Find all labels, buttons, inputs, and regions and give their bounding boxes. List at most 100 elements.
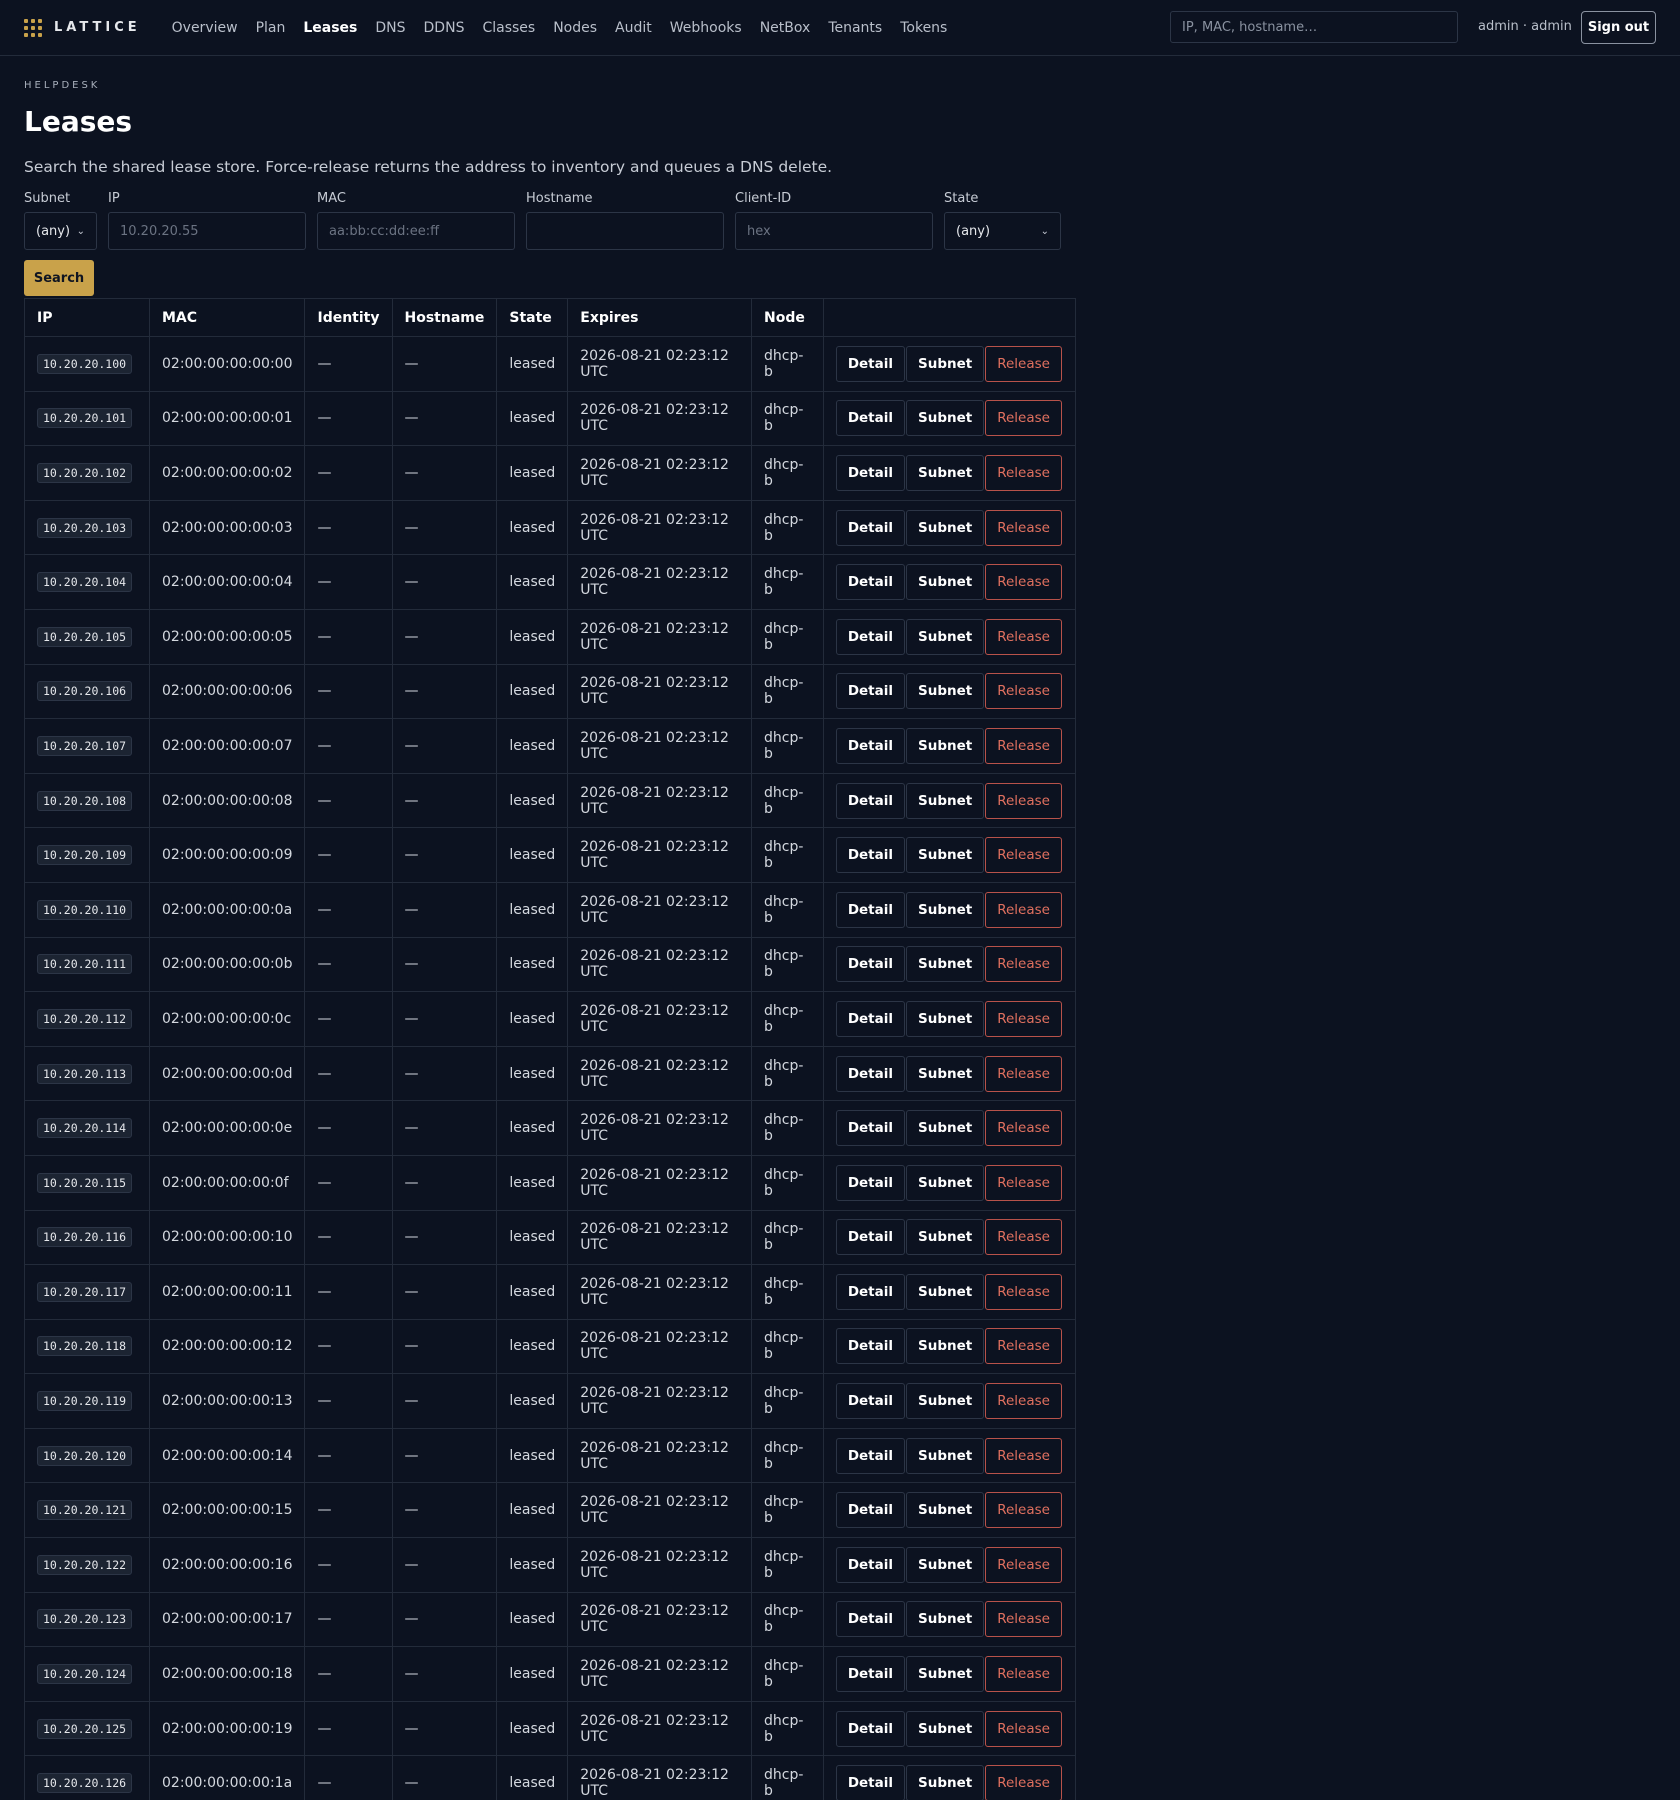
detail-button[interactable]: Detail (835, 1383, 905, 1420)
detail-button[interactable]: Detail (835, 618, 905, 655)
detail-button[interactable]: Detail (835, 1437, 905, 1474)
subnet-button[interactable]: Subnet (906, 400, 985, 437)
subnet-button[interactable]: Subnet (906, 1765, 985, 1800)
nav-item-webhooks[interactable]: Webhooks (661, 0, 751, 56)
detail-button[interactable]: Detail (835, 1000, 905, 1037)
detail-button[interactable]: Detail (835, 1328, 905, 1365)
brand[interactable]: LATTICE (24, 18, 141, 37)
detail-button[interactable]: Detail (835, 400, 905, 437)
detail-button[interactable]: Detail (835, 1546, 905, 1583)
detail-button[interactable]: Detail (835, 1710, 905, 1747)
detail-button[interactable]: Detail (835, 673, 905, 710)
release-button[interactable]: Release (985, 946, 1062, 983)
nav-item-ddns[interactable]: DDNS (415, 0, 474, 56)
detail-button[interactable]: Detail (835, 1765, 905, 1800)
release-button[interactable]: Release (985, 618, 1062, 655)
detail-button[interactable]: Detail (835, 1164, 905, 1201)
release-button[interactable]: Release (985, 509, 1062, 546)
subnet-button[interactable]: Subnet (906, 1492, 985, 1529)
release-button[interactable]: Release (985, 727, 1062, 764)
subnet-button[interactable]: Subnet (906, 1546, 985, 1583)
release-button[interactable]: Release (985, 1110, 1062, 1147)
release-button[interactable]: Release (985, 1546, 1062, 1583)
nav-item-netbox[interactable]: NetBox (751, 0, 820, 56)
detail-button[interactable]: Detail (835, 345, 905, 382)
release-button[interactable]: Release (985, 782, 1062, 819)
client-id-input[interactable] (735, 212, 933, 250)
release-button[interactable]: Release (985, 564, 1062, 601)
subnet-button[interactable]: Subnet (906, 891, 985, 928)
subnet-button[interactable]: Subnet (906, 1000, 985, 1037)
ip-input[interactable] (108, 212, 306, 250)
detail-button[interactable]: Detail (835, 454, 905, 491)
nav-item-tenants[interactable]: Tenants (819, 0, 891, 56)
subnet-button[interactable]: Subnet (906, 564, 985, 601)
subnet-button[interactable]: Subnet (906, 1055, 985, 1092)
detail-button[interactable]: Detail (835, 891, 905, 928)
nav-item-overview[interactable]: Overview (163, 0, 247, 56)
release-button[interactable]: Release (985, 1164, 1062, 1201)
subnet-button[interactable]: Subnet (906, 1437, 985, 1474)
detail-button[interactable]: Detail (835, 1492, 905, 1529)
release-button[interactable]: Release (985, 1765, 1062, 1800)
nav-item-plan[interactable]: Plan (247, 0, 295, 56)
release-button[interactable]: Release (985, 891, 1062, 928)
release-button[interactable]: Release (985, 1710, 1062, 1747)
detail-button[interactable]: Detail (835, 1601, 905, 1638)
global-search-input[interactable] (1170, 11, 1458, 43)
subnet-button[interactable]: Subnet (906, 1656, 985, 1693)
subnet-button[interactable]: Subnet (906, 1273, 985, 1310)
nav-item-audit[interactable]: Audit (606, 0, 661, 56)
detail-button[interactable]: Detail (835, 1219, 905, 1256)
release-button[interactable]: Release (985, 1492, 1062, 1529)
subnet-button[interactable]: Subnet (906, 727, 985, 764)
nav-item-classes[interactable]: Classes (473, 0, 544, 56)
release-button[interactable]: Release (985, 1000, 1062, 1037)
subnet-button[interactable]: Subnet (906, 1219, 985, 1256)
subnet-button[interactable]: Subnet (906, 1328, 985, 1365)
detail-button[interactable]: Detail (835, 1110, 905, 1147)
detail-button[interactable]: Detail (835, 782, 905, 819)
subnet-button[interactable]: Subnet (906, 454, 985, 491)
subnet-select[interactable]: (any) ⌄ (24, 212, 97, 250)
nav-item-tokens[interactable]: Tokens (891, 0, 956, 56)
detail-button[interactable]: Detail (835, 564, 905, 601)
subnet-button[interactable]: Subnet (906, 1383, 985, 1420)
detail-button[interactable]: Detail (835, 1055, 905, 1092)
subnet-button[interactable]: Subnet (906, 782, 985, 819)
release-button[interactable]: Release (985, 1601, 1062, 1638)
nav-item-leases[interactable]: Leases (294, 0, 366, 56)
release-button[interactable]: Release (985, 1219, 1062, 1256)
release-button[interactable]: Release (985, 1656, 1062, 1693)
release-button[interactable]: Release (985, 673, 1062, 710)
release-button[interactable]: Release (985, 345, 1062, 382)
hostname-input[interactable] (526, 212, 724, 250)
subnet-button[interactable]: Subnet (906, 946, 985, 983)
subnet-button[interactable]: Subnet (906, 673, 985, 710)
nav-item-dns[interactable]: DNS (366, 0, 414, 56)
release-button[interactable]: Release (985, 1055, 1062, 1092)
subnet-button[interactable]: Subnet (906, 1110, 985, 1147)
subnet-button[interactable]: Subnet (906, 1601, 985, 1638)
release-button[interactable]: Release (985, 454, 1062, 491)
state-select[interactable]: (any) ⌄ (944, 212, 1061, 250)
detail-button[interactable]: Detail (835, 1656, 905, 1693)
subnet-button[interactable]: Subnet (906, 509, 985, 546)
release-button[interactable]: Release (985, 1383, 1062, 1420)
search-button[interactable]: Search (24, 260, 94, 296)
detail-button[interactable]: Detail (835, 727, 905, 764)
subnet-button[interactable]: Subnet (906, 1710, 985, 1747)
subnet-button[interactable]: Subnet (906, 1164, 985, 1201)
release-button[interactable]: Release (985, 1328, 1062, 1365)
sign-out-button[interactable]: Sign out (1581, 11, 1656, 44)
detail-button[interactable]: Detail (835, 837, 905, 874)
release-button[interactable]: Release (985, 837, 1062, 874)
detail-button[interactable]: Detail (835, 1273, 905, 1310)
subnet-button[interactable]: Subnet (906, 618, 985, 655)
subnet-button[interactable]: Subnet (906, 345, 985, 382)
subnet-button[interactable]: Subnet (906, 837, 985, 874)
detail-button[interactable]: Detail (835, 509, 905, 546)
nav-item-nodes[interactable]: Nodes (544, 0, 606, 56)
detail-button[interactable]: Detail (835, 946, 905, 983)
release-button[interactable]: Release (985, 1437, 1062, 1474)
